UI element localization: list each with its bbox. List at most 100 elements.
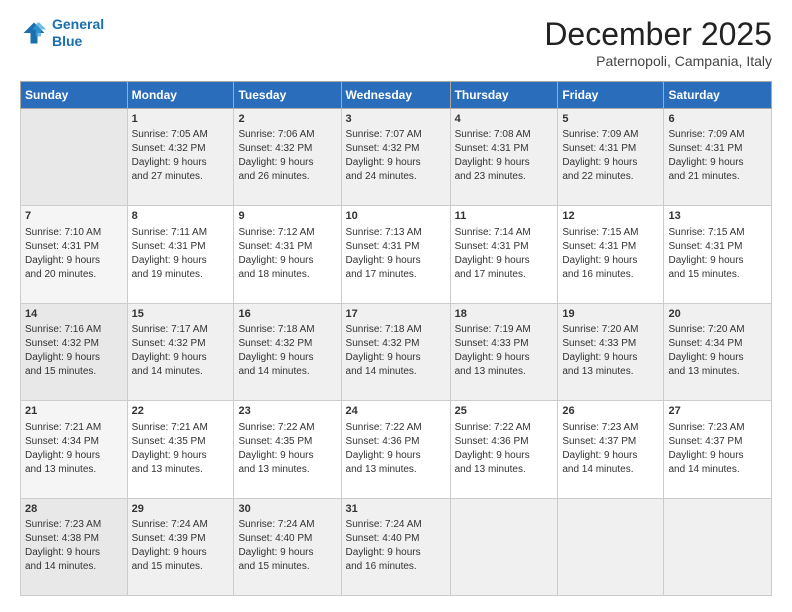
day-number: 29 xyxy=(132,502,230,517)
calendar-cell xyxy=(450,498,558,595)
day-info: Daylight: 9 hours xyxy=(346,254,446,268)
day-info: Sunrise: 7:21 AM xyxy=(132,421,230,435)
day-info: Sunset: 4:38 PM xyxy=(25,532,123,546)
day-number: 26 xyxy=(562,404,659,419)
month-title: December 2025 xyxy=(544,16,772,53)
calendar-cell: 28Sunrise: 7:23 AMSunset: 4:38 PMDayligh… xyxy=(21,498,128,595)
calendar-cell: 2Sunrise: 7:06 AMSunset: 4:32 PMDaylight… xyxy=(234,109,341,206)
day-info: Daylight: 9 hours xyxy=(455,254,554,268)
calendar-cell: 11Sunrise: 7:14 AMSunset: 4:31 PMDayligh… xyxy=(450,206,558,303)
day-number: 25 xyxy=(455,404,554,419)
calendar-cell: 1Sunrise: 7:05 AMSunset: 4:32 PMDaylight… xyxy=(127,109,234,206)
day-info: Sunset: 4:36 PM xyxy=(346,435,446,449)
day-number: 4 xyxy=(455,112,554,127)
calendar-cell xyxy=(664,498,772,595)
day-info: Sunset: 4:31 PM xyxy=(346,240,446,254)
day-info: Sunset: 4:37 PM xyxy=(562,435,659,449)
calendar-cell xyxy=(558,498,664,595)
day-info: Daylight: 9 hours xyxy=(346,449,446,463)
day-info: Daylight: 9 hours xyxy=(668,351,767,365)
day-info: Sunset: 4:31 PM xyxy=(132,240,230,254)
day-number: 1 xyxy=(132,112,230,127)
calendar-cell: 15Sunrise: 7:17 AMSunset: 4:32 PMDayligh… xyxy=(127,303,234,400)
day-number: 12 xyxy=(562,209,659,224)
day-info: Daylight: 9 hours xyxy=(238,546,336,560)
calendar-cell: 20Sunrise: 7:20 AMSunset: 4:34 PMDayligh… xyxy=(664,303,772,400)
header: General Blue December 2025 Paternopoli, … xyxy=(20,16,772,69)
calendar-cell: 7Sunrise: 7:10 AMSunset: 4:31 PMDaylight… xyxy=(21,206,128,303)
calendar-cell: 16Sunrise: 7:18 AMSunset: 4:32 PMDayligh… xyxy=(234,303,341,400)
day-info: Sunrise: 7:09 AM xyxy=(668,128,767,142)
day-info: and 23 minutes. xyxy=(455,170,554,184)
day-info: Daylight: 9 hours xyxy=(346,546,446,560)
weekday-header-monday: Monday xyxy=(127,82,234,109)
day-info: and 13 minutes. xyxy=(238,463,336,477)
day-info: Sunset: 4:31 PM xyxy=(562,240,659,254)
day-info: Daylight: 9 hours xyxy=(132,351,230,365)
logo-icon xyxy=(20,19,48,47)
day-info: Daylight: 9 hours xyxy=(238,156,336,170)
day-info: and 17 minutes. xyxy=(455,268,554,282)
logo-line2: Blue xyxy=(52,33,82,49)
day-info: and 18 minutes. xyxy=(238,268,336,282)
day-info: Sunset: 4:37 PM xyxy=(668,435,767,449)
calendar-cell: 22Sunrise: 7:21 AMSunset: 4:35 PMDayligh… xyxy=(127,401,234,498)
day-info: Sunrise: 7:06 AM xyxy=(238,128,336,142)
day-info: Sunset: 4:32 PM xyxy=(346,337,446,351)
day-info: Sunset: 4:33 PM xyxy=(455,337,554,351)
calendar-body: 1Sunrise: 7:05 AMSunset: 4:32 PMDaylight… xyxy=(21,109,772,596)
calendar-cell: 24Sunrise: 7:22 AMSunset: 4:36 PMDayligh… xyxy=(341,401,450,498)
day-info: and 15 minutes. xyxy=(238,560,336,574)
day-info: Sunrise: 7:05 AM xyxy=(132,128,230,142)
calendar-cell: 6Sunrise: 7:09 AMSunset: 4:31 PMDaylight… xyxy=(664,109,772,206)
day-info: Sunrise: 7:23 AM xyxy=(562,421,659,435)
day-number: 3 xyxy=(346,112,446,127)
week-row-1: 1Sunrise: 7:05 AMSunset: 4:32 PMDaylight… xyxy=(21,109,772,206)
day-info: Sunset: 4:31 PM xyxy=(668,142,767,156)
calendar-cell: 19Sunrise: 7:20 AMSunset: 4:33 PMDayligh… xyxy=(558,303,664,400)
day-info: and 13 minutes. xyxy=(562,365,659,379)
day-number: 17 xyxy=(346,307,446,322)
day-info: Sunrise: 7:18 AM xyxy=(346,323,446,337)
day-info: Sunrise: 7:17 AM xyxy=(132,323,230,337)
day-number: 24 xyxy=(346,404,446,419)
day-info: Daylight: 9 hours xyxy=(455,156,554,170)
day-info: Sunrise: 7:23 AM xyxy=(25,518,123,532)
day-info: Daylight: 9 hours xyxy=(455,351,554,365)
day-info: Sunrise: 7:09 AM xyxy=(562,128,659,142)
calendar: SundayMondayTuesdayWednesdayThursdayFrid… xyxy=(20,81,772,596)
calendar-cell: 17Sunrise: 7:18 AMSunset: 4:32 PMDayligh… xyxy=(341,303,450,400)
calendar-cell: 14Sunrise: 7:16 AMSunset: 4:32 PMDayligh… xyxy=(21,303,128,400)
day-info: Sunrise: 7:08 AM xyxy=(455,128,554,142)
day-info: Sunset: 4:33 PM xyxy=(562,337,659,351)
day-info: Daylight: 9 hours xyxy=(562,156,659,170)
calendar-cell: 29Sunrise: 7:24 AMSunset: 4:39 PMDayligh… xyxy=(127,498,234,595)
day-info: Daylight: 9 hours xyxy=(455,449,554,463)
day-info: Sunrise: 7:11 AM xyxy=(132,226,230,240)
location: Paternopoli, Campania, Italy xyxy=(544,53,772,69)
weekday-header-saturday: Saturday xyxy=(664,82,772,109)
day-info: Sunrise: 7:16 AM xyxy=(25,323,123,337)
day-info: and 22 minutes. xyxy=(562,170,659,184)
day-info: Sunrise: 7:23 AM xyxy=(668,421,767,435)
day-number: 15 xyxy=(132,307,230,322)
day-number: 27 xyxy=(668,404,767,419)
week-row-5: 28Sunrise: 7:23 AMSunset: 4:38 PMDayligh… xyxy=(21,498,772,595)
day-info: Daylight: 9 hours xyxy=(238,351,336,365)
weekday-header-thursday: Thursday xyxy=(450,82,558,109)
calendar-cell: 27Sunrise: 7:23 AMSunset: 4:37 PMDayligh… xyxy=(664,401,772,498)
day-info: and 13 minutes. xyxy=(455,463,554,477)
day-number: 2 xyxy=(238,112,336,127)
calendar-cell xyxy=(21,109,128,206)
day-info: Sunrise: 7:15 AM xyxy=(562,226,659,240)
day-number: 19 xyxy=(562,307,659,322)
day-info: Sunset: 4:31 PM xyxy=(238,240,336,254)
weekday-header-sunday: Sunday xyxy=(21,82,128,109)
day-info: Sunset: 4:34 PM xyxy=(668,337,767,351)
logo: General Blue xyxy=(20,16,104,50)
day-info: Sunrise: 7:24 AM xyxy=(238,518,336,532)
day-number: 31 xyxy=(346,502,446,517)
day-info: Daylight: 9 hours xyxy=(132,546,230,560)
day-info: Daylight: 9 hours xyxy=(132,449,230,463)
day-info: Daylight: 9 hours xyxy=(346,351,446,365)
